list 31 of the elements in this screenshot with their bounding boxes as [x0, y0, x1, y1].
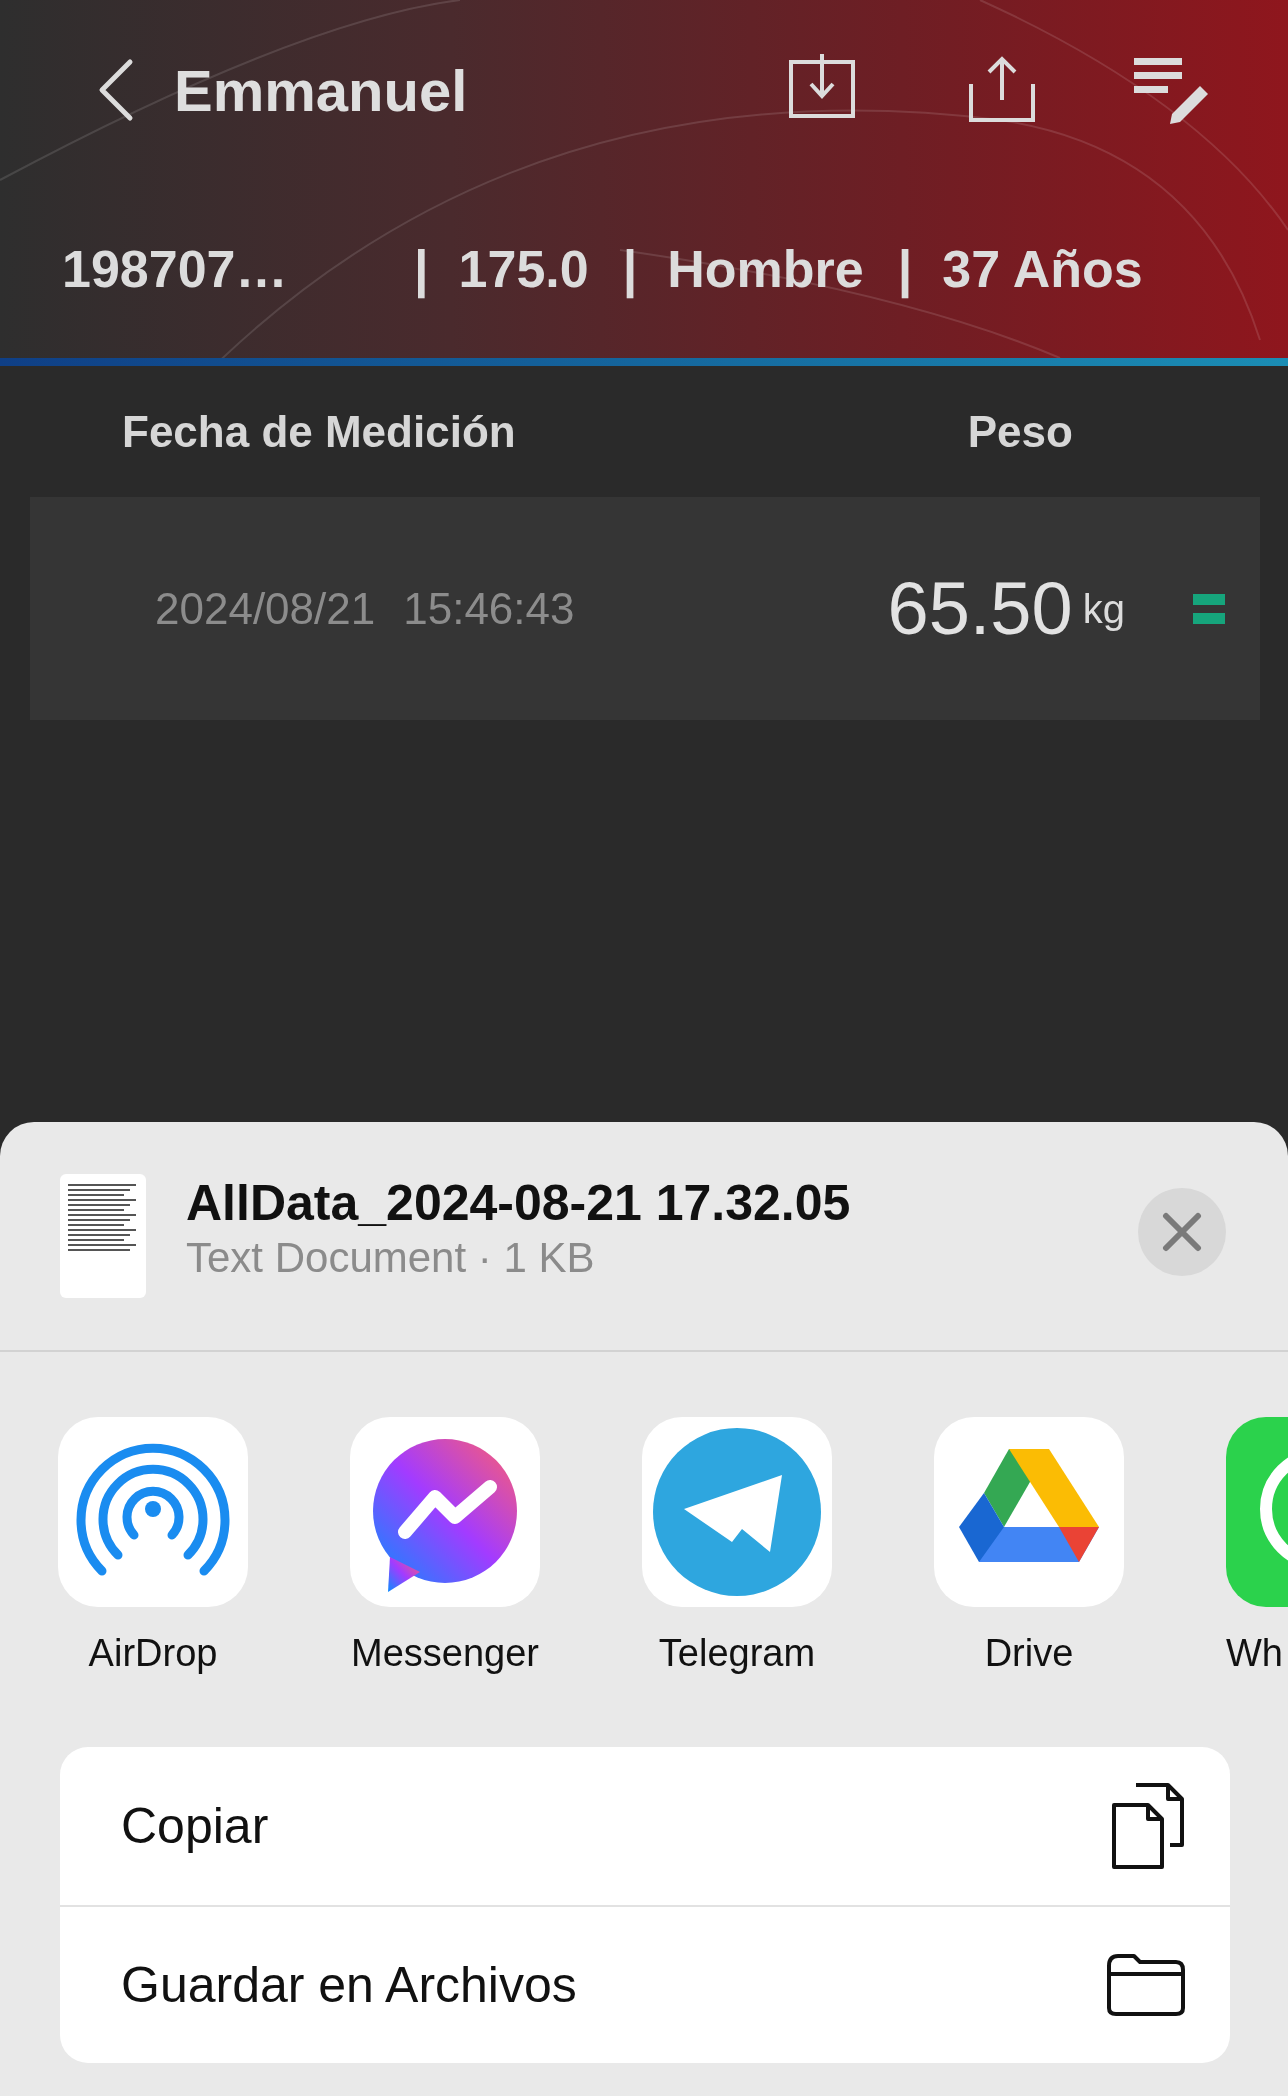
separator-text: | — [414, 239, 429, 301]
column-header: Fecha de Medición — [122, 405, 516, 458]
time-text: 15:46:43 — [403, 582, 575, 635]
chat-bubble-icon — [350, 1417, 540, 1607]
copy-icon — [1110, 1781, 1186, 1871]
page-title: Emmanuel — [174, 56, 468, 125]
weight-value: 65.50 — [887, 566, 1073, 652]
action-row[interactable]: Guardar en Archivos — [60, 1905, 1230, 2063]
unit-text: kg — [1082, 585, 1125, 633]
document-thumbnail-icon — [60, 1174, 146, 1298]
file-name: AllData_2024-08-21 17.32.05 — [186, 1176, 851, 1232]
share-app-button[interactable]: Messenger — [340, 1417, 550, 1747]
share-app-button[interactable]: AirDrop — [48, 1417, 258, 1747]
share-app-button[interactable]: Wh — [1216, 1417, 1288, 1747]
profile-info-text: 37 Años — [942, 239, 1143, 300]
equal-bars-icon — [1192, 593, 1225, 624]
column-header: Peso — [967, 405, 1073, 458]
date-text: 2024/08/21 — [155, 582, 376, 635]
profile-info-text: 198707… — [62, 239, 289, 300]
folder-icon — [1106, 1952, 1186, 2018]
separator-text: | — [622, 239, 638, 301]
separator-text: | — [897, 239, 913, 301]
concentric-arcs-icon — [58, 1417, 248, 1607]
file-details: Text Document · 1 KB — [186, 1233, 596, 1284]
share-app-button[interactable]: Telegram — [632, 1417, 842, 1747]
profile-info-text: 175.0 — [458, 239, 589, 300]
paper-plane-icon — [642, 1417, 832, 1607]
profile-info-text: Hombre — [667, 239, 864, 300]
action-row[interactable]: Copiar — [60, 1747, 1230, 1905]
share-app-button[interactable]: Drive — [924, 1417, 1134, 1747]
close-icon — [1162, 1212, 1202, 1252]
